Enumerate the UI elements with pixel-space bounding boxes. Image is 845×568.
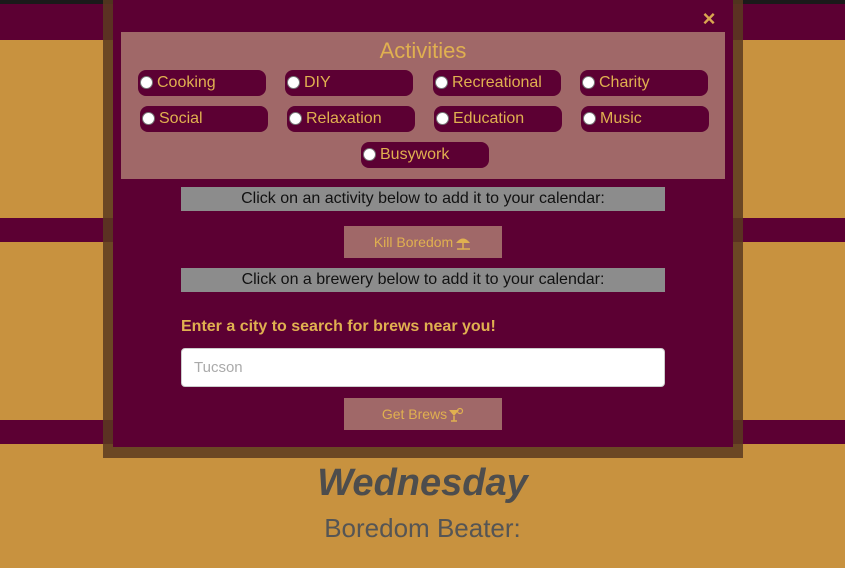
umbrella-beach-icon	[456, 238, 471, 251]
close-icon[interactable]: ×	[699, 8, 719, 30]
get-brews-button[interactable]: Get Brews	[344, 398, 502, 430]
radio-button[interactable]	[363, 148, 376, 161]
activities-title: Activities	[379, 38, 467, 63]
activity-option-label: Recreational	[452, 74, 542, 91]
activity-instruction-bar: Click on an activity below to add it to …	[181, 187, 665, 211]
activity-option-education[interactable]: Education	[434, 106, 562, 132]
radio-button[interactable]	[582, 76, 595, 89]
activity-modal: × Activities Cooking DIY Recreational Ch…	[113, 0, 733, 447]
kill-boredom-label: Kill Boredom	[373, 234, 454, 250]
radio-button[interactable]	[435, 76, 448, 89]
activity-option-label: Education	[453, 110, 525, 127]
radio-button[interactable]	[436, 112, 449, 125]
activity-option-label: Music	[600, 110, 642, 127]
activity-option-label: Social	[159, 110, 203, 127]
kill-boredom-button[interactable]: Kill Boredom	[344, 226, 502, 258]
day-title: Wednesday	[317, 462, 528, 504]
activity-option-label: DIY	[304, 74, 331, 91]
brewery-instruction-bar: Click on a brewery below to add it to yo…	[181, 268, 665, 292]
activity-option-label: Charity	[599, 74, 650, 91]
radio-button[interactable]	[140, 76, 153, 89]
day-subtitle: Boredom Beater:	[324, 513, 521, 543]
activity-option-label: Relaxation	[306, 110, 382, 127]
activity-option-charity[interactable]: Charity	[580, 70, 708, 96]
radio-button[interactable]	[583, 112, 596, 125]
activities-panel: Activities Cooking DIY Recreational Char…	[121, 32, 725, 179]
activity-option-music[interactable]: Music	[581, 106, 709, 132]
radio-button[interactable]	[289, 112, 302, 125]
activity-option-diy[interactable]: DIY	[285, 70, 413, 96]
activity-option-recreational[interactable]: Recreational	[433, 70, 561, 96]
activity-option-social[interactable]: Social	[140, 106, 268, 132]
city-search-input[interactable]	[181, 348, 665, 387]
cocktail-icon	[449, 408, 464, 423]
radio-button[interactable]	[287, 76, 300, 89]
activity-option-label: Busywork	[380, 146, 450, 163]
get-brews-label: Get Brews	[381, 406, 448, 422]
city-search-prompt: Enter a city to search for brews near yo…	[181, 318, 496, 335]
activity-option-busywork[interactable]: Busywork	[361, 142, 489, 168]
activity-option-relaxation[interactable]: Relaxation	[287, 106, 415, 132]
activity-option-cooking[interactable]: Cooking	[138, 70, 266, 96]
radio-button[interactable]	[142, 112, 155, 125]
activity-option-label: Cooking	[157, 74, 216, 91]
